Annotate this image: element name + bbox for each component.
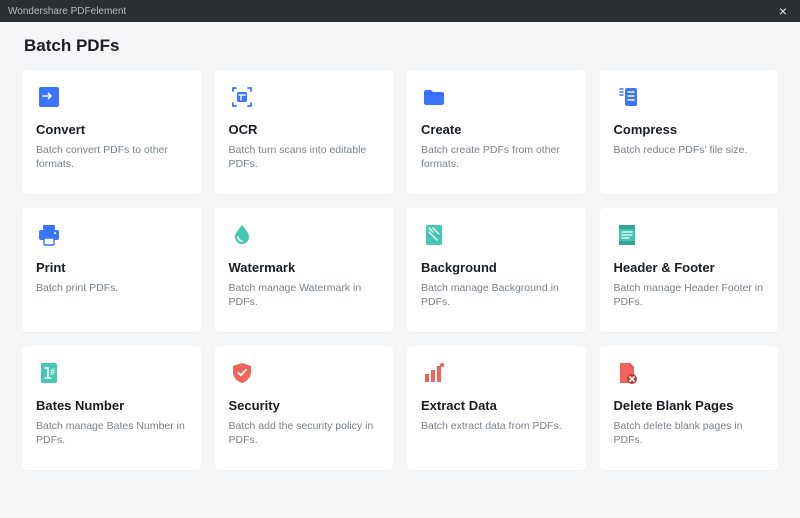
ocr-icon bbox=[229, 84, 255, 110]
card-desc: Batch turn scans into editable PDFs. bbox=[229, 143, 380, 171]
shield-icon bbox=[229, 360, 255, 386]
card-delete-blank[interactable]: Delete Blank Pages Batch delete blank pa… bbox=[600, 346, 779, 470]
page: Batch PDFs Convert Batch convert PDFs to… bbox=[0, 22, 800, 492]
card-ocr[interactable]: OCR Batch turn scans into editable PDFs. bbox=[215, 70, 394, 194]
card-title: Delete Blank Pages bbox=[614, 398, 765, 413]
folder-icon bbox=[421, 84, 447, 110]
convert-icon bbox=[36, 84, 62, 110]
card-title: Security bbox=[229, 398, 380, 413]
card-desc: Batch manage Watermark in PDFs. bbox=[229, 281, 380, 309]
card-desc: Batch extract data from PDFs. bbox=[421, 419, 572, 433]
card-title: Bates Number bbox=[36, 398, 187, 413]
card-title: Print bbox=[36, 260, 187, 275]
watermark-icon bbox=[229, 222, 255, 248]
printer-icon bbox=[36, 222, 62, 248]
card-convert[interactable]: Convert Batch convert PDFs to other form… bbox=[22, 70, 201, 194]
card-title: Header & Footer bbox=[614, 260, 765, 275]
card-create[interactable]: Create Batch create PDFs from other form… bbox=[407, 70, 586, 194]
card-background[interactable]: Background Batch manage Background in PD… bbox=[407, 208, 586, 332]
app-title: Wondershare PDFelement bbox=[8, 6, 126, 17]
card-title: Compress bbox=[614, 122, 765, 137]
card-title: Create bbox=[421, 122, 572, 137]
card-desc: Batch delete blank pages in PDFs. bbox=[614, 419, 765, 447]
card-watermark[interactable]: Watermark Batch manage Watermark in PDFs… bbox=[215, 208, 394, 332]
cards-grid: Convert Batch convert PDFs to other form… bbox=[22, 70, 778, 470]
close-icon[interactable]: × bbox=[774, 4, 792, 18]
card-desc: Batch add the security policy in PDFs. bbox=[229, 419, 380, 447]
card-desc: Batch manage Background in PDFs. bbox=[421, 281, 572, 309]
card-title: Watermark bbox=[229, 260, 380, 275]
bates-icon: # bbox=[36, 360, 62, 386]
card-extract-data[interactable]: Extract Data Batch extract data from PDF… bbox=[407, 346, 586, 470]
titlebar: Wondershare PDFelement × bbox=[0, 0, 800, 22]
card-desc: Batch manage Bates Number in PDFs. bbox=[36, 419, 187, 447]
card-desc: Batch print PDFs. bbox=[36, 281, 187, 295]
card-desc: Batch convert PDFs to other formats. bbox=[36, 143, 187, 171]
delete-page-icon bbox=[614, 360, 640, 386]
card-title: Convert bbox=[36, 122, 187, 137]
card-compress[interactable]: Compress Batch reduce PDFs' file size. bbox=[600, 70, 779, 194]
card-bates-number[interactable]: # Bates Number Batch manage Bates Number… bbox=[22, 346, 201, 470]
card-security[interactable]: Security Batch add the security policy i… bbox=[215, 346, 394, 470]
card-desc: Batch manage Header Footer in PDFs. bbox=[614, 281, 765, 309]
card-print[interactable]: Print Batch print PDFs. bbox=[22, 208, 201, 332]
card-desc: Batch reduce PDFs' file size. bbox=[614, 143, 765, 157]
compress-icon bbox=[614, 84, 640, 110]
page-title: Batch PDFs bbox=[24, 36, 778, 56]
card-title: Background bbox=[421, 260, 572, 275]
card-title: Extract Data bbox=[421, 398, 572, 413]
card-desc: Batch create PDFs from other formats. bbox=[421, 143, 572, 171]
background-icon bbox=[421, 222, 447, 248]
card-title: OCR bbox=[229, 122, 380, 137]
header-footer-icon bbox=[614, 222, 640, 248]
card-header-footer[interactable]: Header & Footer Batch manage Header Foot… bbox=[600, 208, 779, 332]
chart-icon bbox=[421, 360, 447, 386]
svg-text:#: # bbox=[50, 367, 55, 377]
